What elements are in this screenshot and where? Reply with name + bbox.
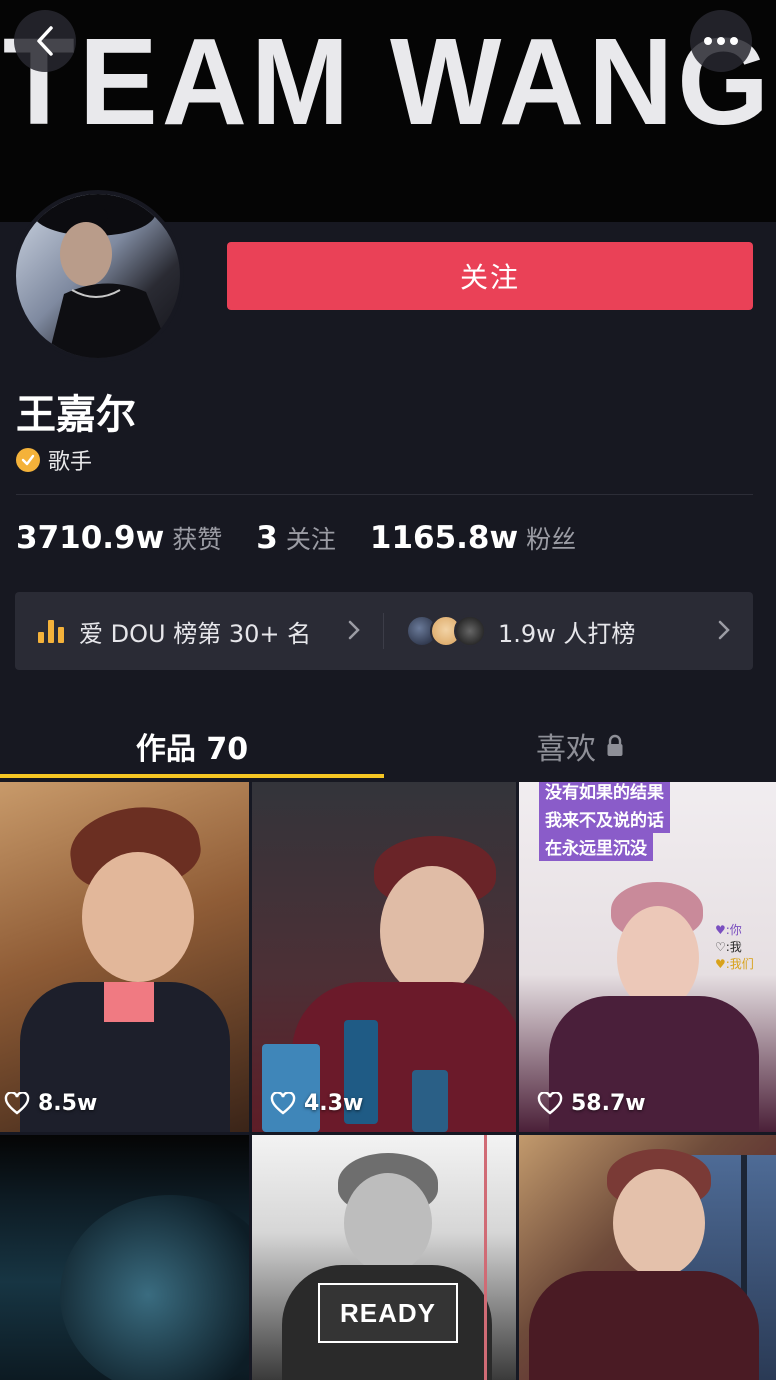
more-dots-icon: [704, 37, 738, 45]
thumbnail-face: [380, 866, 484, 996]
video-thumbnail[interactable]: [519, 1135, 776, 1380]
divider: [16, 494, 753, 495]
video-like-count: 8.5w: [4, 1091, 97, 1116]
profile-banner: TEAM WANG: [0, 0, 776, 222]
video-caption-line: 没有如果的结果: [539, 782, 670, 805]
stat-value: 3: [256, 520, 278, 556]
legend-item: ♡:我: [715, 940, 742, 954]
supporters-entry[interactable]: 1.9w 人打榜: [384, 592, 753, 670]
thumbnail-face: [344, 1173, 432, 1273]
tab-likes-label: 喜欢: [536, 732, 596, 767]
video-thumbnail[interactable]: READY: [252, 1135, 516, 1380]
tower: [741, 1155, 747, 1295]
chevron-right-icon: [718, 620, 730, 640]
video-thumbnail[interactable]: [0, 1135, 249, 1380]
lock-icon: [607, 734, 623, 756]
fan-avatars: [406, 615, 486, 647]
banner-text: TEAM WANG: [2, 12, 774, 152]
idol-rank-bar: 爱 DOU 榜第 30+ 名 1.9w 人打榜: [15, 592, 753, 670]
legend-item: ♥:你: [715, 923, 742, 937]
video-like-count: 58.7w: [537, 1091, 646, 1116]
video-caption-line: 我来不及说的话: [539, 804, 670, 833]
thumbnail-face: [613, 1169, 705, 1277]
verification-badge: 歌手: [16, 444, 92, 476]
product-tube: [262, 1044, 320, 1132]
supporters-label: 1.9w 人打榜: [498, 619, 636, 648]
back-arrow-icon: [37, 26, 53, 56]
like-count: 4.3w: [304, 1091, 364, 1116]
stat-label: 关注: [285, 525, 336, 554]
avatar[interactable]: [12, 190, 184, 362]
back-button[interactable]: [14, 10, 76, 72]
profile-name: 王嘉尔: [16, 392, 136, 438]
video-thumbnail[interactable]: 8.5w: [0, 782, 249, 1132]
more-button[interactable]: [690, 10, 752, 72]
ready-text: READY: [339, 1297, 436, 1328]
stats-row: 3710.9w 获赞 3 关注 1165.8w 粉丝: [16, 520, 610, 556]
chevron-right-icon: [348, 620, 360, 640]
stat-likes[interactable]: 3710.9w 获赞: [16, 520, 222, 556]
profile-section: 关注 王嘉尔 歌手 3710.9w 获赞 3 关注 1165.8w 粉丝 爱 D…: [0, 190, 776, 782]
tab-works[interactable]: 作品 70: [0, 710, 384, 782]
stat-followers[interactable]: 1165.8w 粉丝: [370, 520, 576, 556]
heart-icon: [537, 1091, 563, 1115]
heart-icon: [4, 1091, 30, 1115]
video-legend: ♥:你 ♡:我 ♥:我们: [715, 922, 754, 973]
bar-chart-icon: [38, 620, 64, 643]
stat-value: 3710.9w: [16, 520, 165, 556]
stat-label: 获赞: [172, 525, 223, 554]
frame-line: [484, 1135, 487, 1380]
like-count: 8.5w: [38, 1091, 98, 1116]
fan-avatar: [454, 615, 486, 647]
like-count: 58.7w: [571, 1091, 646, 1116]
stat-following[interactable]: 3 关注: [256, 520, 336, 556]
thumbnail-collar: [104, 982, 154, 1022]
product-jar: [412, 1070, 448, 1132]
rank-entry[interactable]: 爱 DOU 榜第 30+ 名: [15, 592, 383, 670]
stat-value: 1165.8w: [369, 520, 519, 556]
rank-label: 爱 DOU 榜第 30+ 名: [79, 619, 312, 648]
heart-icon: [270, 1091, 296, 1115]
video-caption-line: 在永远里沉没: [539, 832, 653, 861]
profile-tabs: 作品 70 喜欢: [0, 710, 776, 782]
thumbnail-subject: [60, 1195, 249, 1380]
tab-likes[interactable]: 喜欢: [384, 710, 776, 782]
video-grid: 8.5w 4.3w 没有如果的结果 我来不及说的话 在永远里沉没 ♥:你 ♡:我…: [0, 782, 776, 1380]
stat-label: 粉丝: [526, 525, 577, 554]
verified-check-icon: [16, 448, 40, 472]
video-thumbnail[interactable]: 没有如果的结果 我来不及说的话 在永远里沉没 ♥:你 ♡:我 ♥:我们 58.7…: [519, 782, 776, 1132]
ready-overlay: READY: [318, 1283, 458, 1343]
follow-button[interactable]: 关注: [227, 242, 753, 310]
video-thumbnail[interactable]: 4.3w: [252, 782, 516, 1132]
video-like-count: 4.3w: [270, 1091, 363, 1116]
thumbnail-face: [82, 852, 194, 982]
active-tab-indicator: [0, 774, 384, 778]
avatar-image: [32, 194, 173, 358]
tab-works-label: 作品 70: [135, 732, 249, 767]
verification-label: 歌手: [48, 450, 93, 475]
legend-item: ♥:我们: [715, 957, 754, 971]
thumbnail-body: [529, 1271, 759, 1380]
thumbnail-face: [617, 906, 699, 1010]
